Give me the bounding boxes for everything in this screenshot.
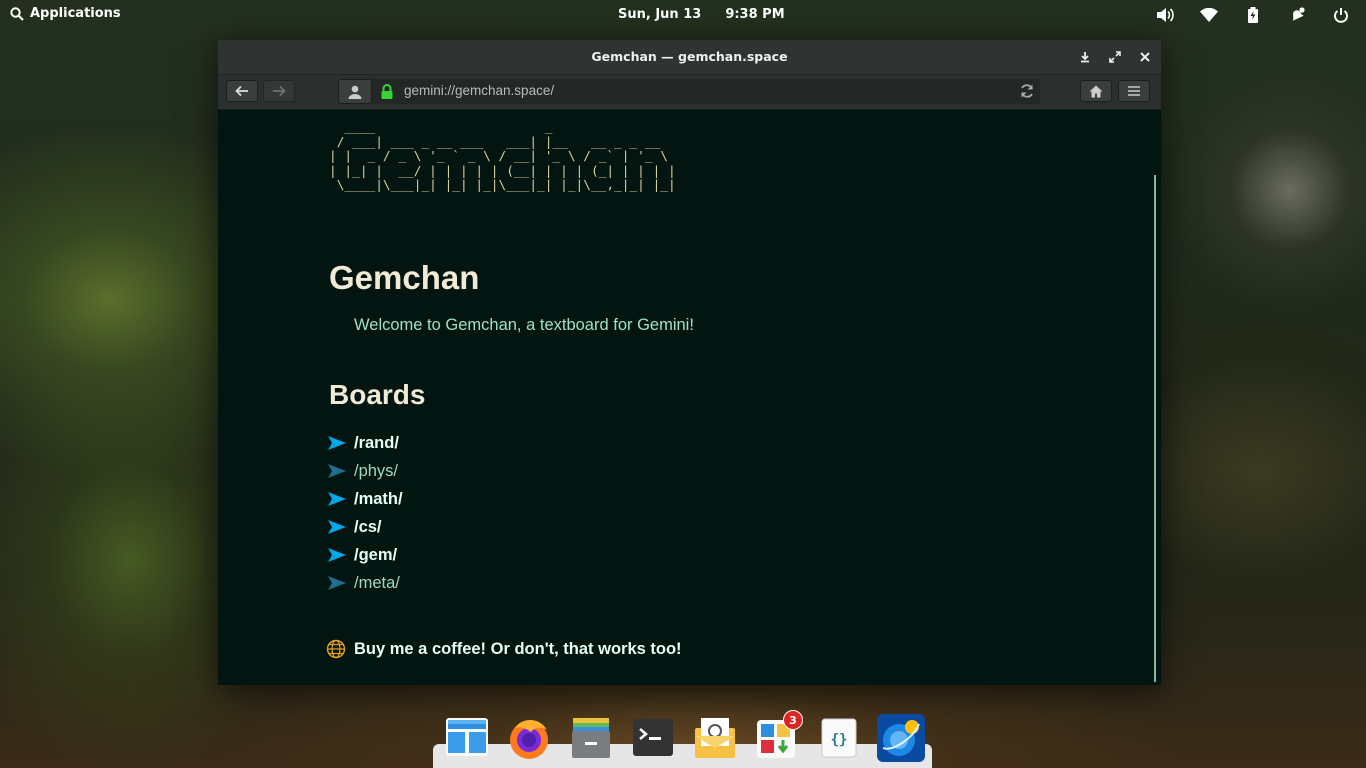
board-link-math[interactable]: /math/ [328, 485, 403, 513]
board-link-gem[interactable]: /gem/ [328, 541, 403, 569]
update-badge: 3 [783, 710, 803, 730]
notifications-icon[interactable] [1286, 5, 1308, 25]
mail-icon[interactable] [691, 714, 739, 762]
gemini-browser-icon[interactable] [877, 714, 925, 762]
arrow-right-icon [273, 85, 286, 97]
lock-icon [380, 84, 394, 103]
title-bar[interactable]: Gemchan — gemchan.space [218, 40, 1161, 75]
dock-items: 3 {} [443, 710, 925, 762]
system-tray [1154, 5, 1352, 25]
multitasking-view-icon[interactable] [443, 714, 491, 762]
date-label: Sun, Jun 13 [618, 7, 702, 22]
scrollbar[interactable] [1154, 175, 1156, 682]
boards-heading: Boards [329, 379, 426, 410]
clock[interactable]: Sun, Jun 13 9:38 PM [618, 7, 785, 22]
power-icon[interactable] [1330, 5, 1352, 25]
home-button[interactable] [1080, 80, 1112, 102]
board-label: /cs/ [354, 517, 382, 536]
search-icon [10, 6, 24, 21]
files-icon[interactable] [567, 714, 615, 762]
forward-button[interactable] [263, 80, 295, 102]
home-icon [1089, 85, 1103, 97]
battery-icon[interactable] [1242, 5, 1264, 25]
reload-icon[interactable] [1019, 83, 1035, 103]
terminal-icon[interactable] [629, 714, 677, 762]
board-label: /meta/ [354, 573, 400, 592]
url-text: gemini://gemchan.space/ [404, 83, 555, 98]
ascii-art-logo: ____ _ / ___| ___ _ __ ___ ___| |__ __ _… [329, 120, 676, 193]
boards-list: /rand/ /phys/ /math/ /cs/ /gem/ /meta/ [328, 429, 403, 597]
svg-text:{}: {} [831, 732, 848, 748]
board-label: /phys/ [354, 461, 399, 480]
arrow-right-icon [328, 576, 346, 590]
menu-button[interactable] [1118, 80, 1150, 102]
page-content: ____ _ / ___| ___ _ __ ___ ___| |__ __ _… [218, 109, 1161, 685]
arrow-right-icon [328, 436, 346, 450]
applications-menu[interactable]: Applications [10, 6, 121, 21]
board-label: /gem/ [354, 545, 398, 564]
code-editor-icon[interactable]: {} [815, 714, 863, 762]
wifi-icon[interactable] [1198, 5, 1220, 25]
arrow-right-icon [328, 492, 346, 506]
board-link-rand[interactable]: /rand/ [328, 429, 403, 457]
coffee-link[interactable]: Buy me a coffee! Or don't, that works to… [326, 639, 682, 659]
globe-icon [326, 639, 346, 659]
welcome-text: Welcome to Gemchan, a textboard for Gemi… [354, 316, 694, 334]
time-label: 9:38 PM [725, 7, 785, 22]
close-icon[interactable] [1136, 48, 1154, 66]
arrow-left-icon [235, 85, 248, 97]
hamburger-icon [1128, 86, 1140, 96]
user-icon [348, 85, 362, 99]
board-link-cs[interactable]: /cs/ [328, 513, 403, 541]
download-icon[interactable] [1076, 48, 1094, 66]
arrow-right-icon [328, 464, 346, 478]
arrow-right-icon [328, 548, 346, 562]
window-title: Gemchan — gemchan.space [591, 49, 788, 64]
board-label: /rand/ [354, 433, 399, 452]
volume-icon[interactable] [1154, 5, 1176, 25]
maximize-icon[interactable] [1106, 48, 1124, 66]
browser-window: Gemchan — gemchan.space gemini://gemchan… [218, 40, 1161, 685]
arrow-right-icon [328, 520, 346, 534]
back-button[interactable] [226, 80, 258, 102]
coffee-link-label: Buy me a coffee! Or don't, that works to… [354, 639, 682, 658]
browser-toolbar: gemini://gemchan.space/ [218, 75, 1161, 110]
top-panel: Applications Sun, Jun 13 9:38 PM [0, 0, 1366, 30]
firefox-icon[interactable] [505, 714, 553, 762]
page-title: Gemchan [329, 259, 480, 296]
identity-button[interactable] [338, 79, 372, 104]
url-bar[interactable]: gemini://gemchan.space/ [338, 79, 1040, 104]
applications-label: Applications [30, 6, 121, 21]
appcenter-icon[interactable]: 3 [753, 710, 803, 762]
board-label: /math/ [354, 489, 403, 508]
board-link-phys[interactable]: /phys/ [328, 457, 403, 485]
board-link-meta[interactable]: /meta/ [328, 569, 403, 597]
